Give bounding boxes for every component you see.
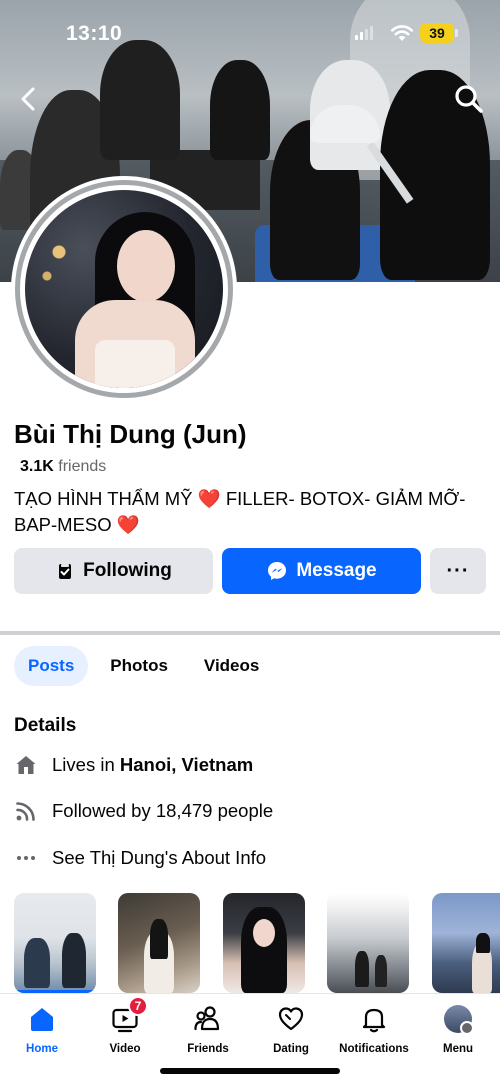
- more-options-button[interactable]: ···: [430, 548, 486, 594]
- avatar-background-lights: [35, 220, 95, 300]
- nav-notifications[interactable]: Notifications: [332, 1004, 416, 1055]
- cellular-signal-icon: [355, 26, 373, 40]
- nav-home-label: Home: [26, 1043, 58, 1055]
- photo-figure: [355, 951, 369, 987]
- featured-photo[interactable]: [432, 893, 500, 993]
- search-icon[interactable]: [452, 82, 486, 116]
- avatar-image: [25, 190, 223, 388]
- cover-person: [210, 60, 270, 160]
- friends-count[interactable]: 3.1K friends: [20, 458, 106, 476]
- bio-text: BAP-MESO: [14, 514, 112, 535]
- status-bar: 13:10 39: [0, 0, 500, 64]
- tab-photos[interactable]: Photos: [96, 646, 182, 686]
- battery-indicator: 39: [420, 23, 454, 43]
- ellipsis-icon: ···: [446, 559, 470, 582]
- bell-icon: [359, 1004, 389, 1034]
- bio-text: TẠO HÌNH THẨM MỸ: [14, 488, 193, 509]
- profile-bio: TẠO HÌNH THẨM MỸ ❤️ FILLER- BOTOX- GIẢM …: [14, 486, 494, 538]
- heart-emoji: ❤️: [116, 514, 140, 535]
- photo-figure: [24, 938, 50, 988]
- message-label: Message: [296, 560, 377, 581]
- wifi-icon: [390, 25, 414, 41]
- details-heading: Details: [14, 715, 77, 736]
- ellipsis-icon: [14, 846, 38, 870]
- profile-actions: Following Message ···: [14, 548, 486, 594]
- nav-menu-label: Menu: [442, 1043, 474, 1055]
- nav-dating-label: Dating: [273, 1043, 309, 1055]
- following-label: Following: [83, 560, 172, 581]
- detail-lives-in[interactable]: Lives in Hanoi, Vietnam: [14, 753, 253, 777]
- message-button[interactable]: Message: [222, 548, 421, 594]
- friends-count-value: 3.1K: [20, 458, 54, 475]
- home-icon: [27, 1004, 57, 1034]
- followed-by-text: Followed by 18,479 people: [52, 800, 274, 821]
- about-info-text: See Thị Dung's About Info: [52, 847, 267, 868]
- tab-posts[interactable]: Posts: [14, 646, 89, 686]
- photo-figure: [375, 955, 387, 987]
- nav-home[interactable]: Home: [0, 1004, 84, 1055]
- back-arrow-icon[interactable]: [14, 84, 44, 114]
- featured-photo[interactable]: [327, 893, 409, 993]
- rss-feed-icon: [14, 799, 38, 823]
- battery-cap: [455, 29, 458, 37]
- detail-about-info[interactable]: See Thị Dung's About Info: [14, 846, 266, 870]
- menu-avatar: [444, 1005, 474, 1035]
- house-icon: [14, 753, 38, 777]
- heart-emoji: ❤️: [197, 488, 221, 509]
- section-divider: [0, 631, 500, 635]
- following-check-icon: [59, 564, 72, 579]
- photo-figure: [62, 933, 86, 988]
- nav-menu[interactable]: Menu: [416, 1004, 500, 1055]
- profile-tabs: Posts Photos Videos: [14, 646, 273, 686]
- photo-figure: [253, 919, 275, 947]
- featured-photos: [14, 893, 500, 993]
- profile-avatar[interactable]: [11, 176, 237, 402]
- nav-video-label: Video: [109, 1043, 141, 1055]
- lives-in-text: Lives in Hanoi, Vietnam: [52, 754, 253, 776]
- menu-gear-icon: [460, 1021, 474, 1035]
- lives-in-prefix: Lives in: [52, 754, 115, 775]
- menu-avatar-icon: [443, 1004, 474, 1035]
- friends-label: friends: [58, 458, 107, 475]
- friends-icon: [193, 1004, 223, 1034]
- featured-photo[interactable]: [223, 893, 305, 993]
- avatar-top: [95, 340, 175, 388]
- featured-photo[interactable]: [118, 893, 200, 993]
- nav-friends[interactable]: Friends: [166, 1004, 250, 1055]
- nav-notifications-label: Notifications: [339, 1043, 409, 1055]
- home-indicator: [160, 1068, 340, 1074]
- tab-videos[interactable]: Videos: [190, 646, 273, 686]
- photo-figure: [150, 919, 168, 959]
- detail-followed-by[interactable]: Followed by 18,479 people: [14, 799, 273, 823]
- nav-dating[interactable]: Dating: [249, 1004, 333, 1055]
- nav-video[interactable]: 7 Video: [83, 996, 167, 1055]
- nav-friends-label: Friends: [187, 1043, 229, 1055]
- lives-in-place: Hanoi, Vietnam: [119, 754, 254, 775]
- status-time: 13:10: [66, 22, 123, 45]
- video-badge: 7: [128, 996, 148, 1016]
- featured-photo[interactable]: [14, 893, 96, 993]
- avatar-face: [117, 230, 175, 302]
- dating-heart-icon: [276, 1004, 306, 1034]
- messenger-icon: [268, 562, 287, 580]
- bio-text: FILLER- BOTOX- GIẢM MỠ-: [225, 488, 466, 509]
- profile-name: Bùi Thị Dung (Jun): [14, 419, 247, 449]
- photo-figure: [476, 933, 490, 953]
- video-icon: 7: [110, 996, 148, 1034]
- following-button[interactable]: Following: [14, 548, 213, 594]
